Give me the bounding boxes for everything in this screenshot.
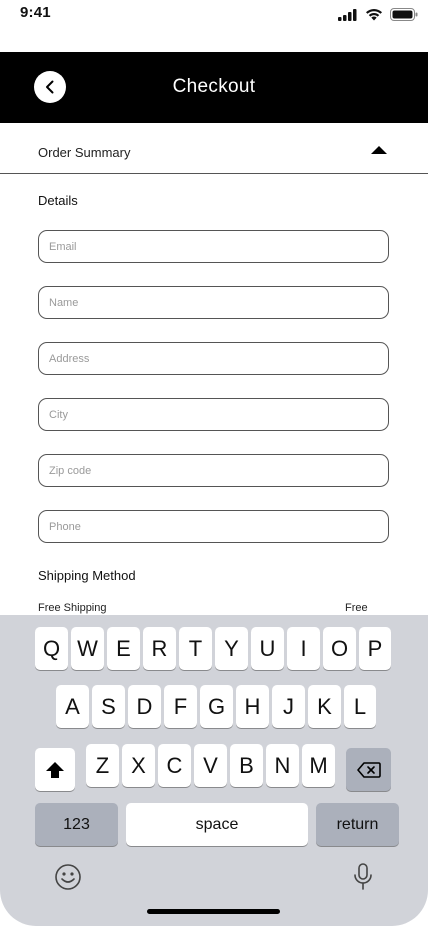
battery-icon [390, 8, 418, 21]
numbers-key[interactable]: 123 [35, 803, 118, 846]
zip-code-field[interactable] [38, 454, 389, 487]
email-field[interactable] [38, 230, 389, 263]
emoji-icon[interactable] [54, 863, 82, 891]
key-o[interactable]: O [323, 627, 356, 670]
wifi-icon [366, 9, 382, 21]
key-h[interactable]: H [236, 685, 269, 728]
key-y[interactable]: Y [215, 627, 248, 670]
details-heading: Details [38, 193, 78, 208]
shipping-option-price: Free [345, 602, 368, 614]
status-time: 9:41 [20, 4, 51, 21]
return-key[interactable]: return [316, 803, 399, 846]
key-z[interactable]: Z [86, 744, 119, 787]
key-l[interactable]: L [344, 685, 376, 728]
key-s[interactable]: S [92, 685, 125, 728]
key-n[interactable]: N [266, 744, 299, 787]
key-t[interactable]: T [179, 627, 212, 670]
delete-key[interactable] [346, 748, 391, 791]
key-v[interactable]: V [194, 744, 227, 787]
shift-icon [46, 761, 64, 778]
key-w[interactable]: W [71, 627, 104, 670]
shift-key[interactable] [35, 748, 75, 791]
caret-up-icon [371, 146, 387, 154]
phone-field[interactable] [38, 510, 389, 543]
microphone-icon[interactable] [352, 862, 374, 892]
keyboard: Q W E R T Y U I O P A S D F G H J K L Z … [0, 615, 428, 926]
delete-icon [356, 761, 381, 778]
key-m[interactable]: M [302, 744, 335, 787]
name-field[interactable] [38, 286, 389, 319]
shipping-option-label[interactable]: Free Shipping [38, 602, 107, 614]
key-x[interactable]: X [122, 744, 155, 787]
key-q[interactable]: Q [35, 627, 68, 670]
city-field[interactable] [38, 398, 389, 431]
key-k[interactable]: K [308, 685, 341, 728]
key-i[interactable]: I [287, 627, 320, 670]
key-r[interactable]: R [143, 627, 176, 670]
key-b[interactable]: B [230, 744, 263, 787]
page-title: Checkout [172, 76, 256, 97]
address-field[interactable] [38, 342, 389, 375]
cellular-signal-icon [338, 8, 357, 21]
key-f[interactable]: F [164, 685, 197, 728]
key-p[interactable]: P [359, 627, 391, 670]
status-icons [338, 8, 418, 21]
key-a[interactable]: A [56, 685, 89, 728]
key-d[interactable]: D [128, 685, 161, 728]
key-c[interactable]: C [158, 744, 191, 787]
key-g[interactable]: G [200, 685, 233, 728]
key-u[interactable]: U [251, 627, 284, 670]
status-bar: 9:41 [0, 0, 428, 52]
key-e[interactable]: E [107, 627, 140, 670]
nav-bar: Checkout [0, 52, 428, 123]
space-key[interactable]: space [126, 803, 308, 846]
order-summary-toggle[interactable]: Order Summary [0, 123, 428, 174]
shipping-method-heading: Shipping Method [38, 568, 136, 583]
key-j[interactable]: J [272, 685, 305, 728]
order-summary-label: Order Summary [38, 145, 131, 160]
home-indicator [147, 909, 280, 914]
